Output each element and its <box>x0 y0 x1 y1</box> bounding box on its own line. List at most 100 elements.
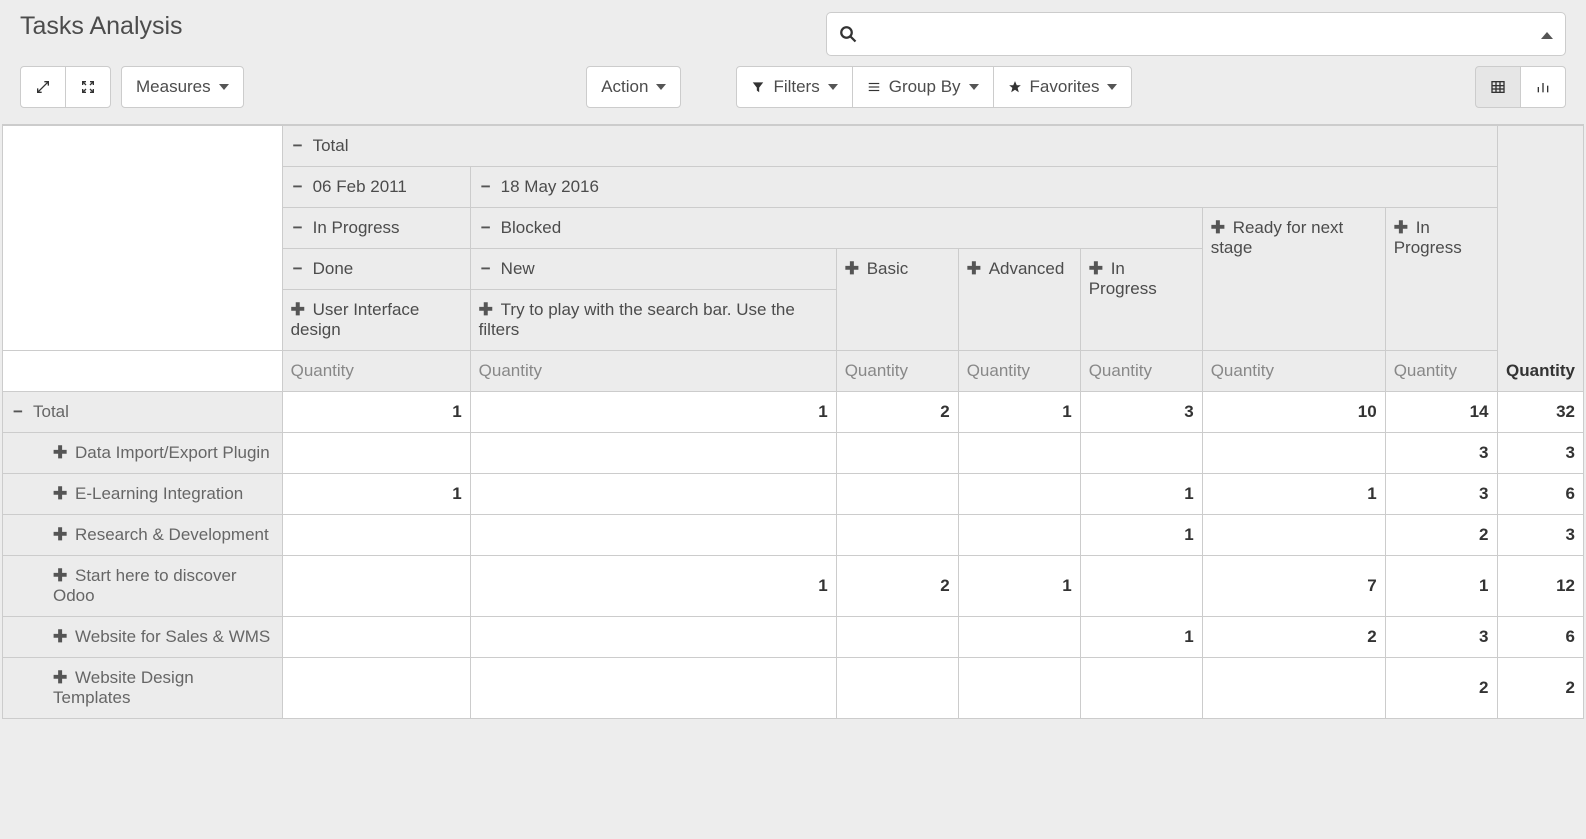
favorites-button[interactable]: Favorites <box>993 66 1133 108</box>
row-header[interactable]: ✚Website Design Templates <box>3 658 283 719</box>
plus-icon: ✚ <box>845 259 859 279</box>
col-leaf2-label: Try to play with the search bar. Use the… <box>479 300 795 339</box>
graph-view-button[interactable] <box>1520 66 1566 108</box>
cell-total: 6 <box>1497 474 1583 515</box>
measures-button[interactable]: Measures <box>121 66 244 108</box>
row-total: −Total 1 1 2 1 3 10 14 32 <box>3 392 1584 433</box>
cell: 1 <box>282 392 470 433</box>
cell: 1 <box>1385 556 1497 617</box>
col-d2-inprog-stage[interactable]: ✚In Progress <box>1080 249 1202 351</box>
cell <box>958 658 1080 719</box>
cell <box>958 617 1080 658</box>
col-date1[interactable]: −06 Feb 2011 <box>282 167 470 208</box>
col-d2-new-label: New <box>501 259 535 278</box>
page-title: Tasks Analysis <box>20 12 183 41</box>
row-label: Research & Development <box>75 525 269 544</box>
cell <box>470 515 836 556</box>
measure-header: Quantity <box>282 351 470 392</box>
pivot-table-container: −Total Quantity −06 Feb 2011 −18 May 201… <box>2 124 1584 719</box>
row-header[interactable]: ✚Start here to discover Odoo <box>3 556 283 617</box>
table-row: ✚Website for Sales & WMS 1236 <box>3 617 1584 658</box>
row-label: Start here to discover Odoo <box>53 566 237 605</box>
row-total-header[interactable]: −Total <box>3 392 283 433</box>
filter-icon <box>751 80 765 94</box>
row-header[interactable]: ✚Research & Development <box>3 515 283 556</box>
minus-icon: − <box>291 177 305 197</box>
cell <box>470 617 836 658</box>
table-row: ✚E-Learning Integration 11136 <box>3 474 1584 515</box>
search-bar[interactable] <box>826 12 1566 56</box>
expand-all-icon <box>80 79 96 95</box>
col-d2-ready-label: Ready for next stage <box>1211 218 1344 257</box>
col-d2-advanced[interactable]: ✚Advanced <box>958 249 1080 351</box>
col-date2[interactable]: −18 May 2016 <box>470 167 1497 208</box>
filters-button[interactable]: Filters <box>736 66 852 108</box>
col-d2-ready[interactable]: ✚Ready for next stage <box>1202 208 1385 351</box>
table-row: ✚Start here to discover Odoo 1217112 <box>3 556 1584 617</box>
cell <box>836 658 958 719</box>
cell <box>836 617 958 658</box>
cell <box>1080 433 1202 474</box>
minus-icon: − <box>11 402 25 422</box>
cell: 1 <box>958 556 1080 617</box>
col-d2-new[interactable]: −New <box>470 249 836 290</box>
groupby-button[interactable]: Group By <box>852 66 994 108</box>
action-label: Action <box>601 77 648 97</box>
caret-down-icon <box>219 84 229 90</box>
col-d1-inprogress[interactable]: −In Progress <box>282 208 470 249</box>
cell: 3 <box>1385 617 1497 658</box>
cell <box>1080 658 1202 719</box>
plus-icon: ✚ <box>1089 259 1103 279</box>
search-input[interactable] <box>857 13 1541 55</box>
col-leaf1-label: User Interface design <box>291 300 420 339</box>
cell: 1 <box>1080 515 1202 556</box>
plus-icon: ✚ <box>1211 218 1225 238</box>
expand-search-icon[interactable] <box>1541 24 1553 44</box>
cell: 1 <box>1202 474 1385 515</box>
col-total[interactable]: −Total <box>282 126 1497 167</box>
pivot-view-button[interactable] <box>1475 66 1521 108</box>
col-d2-inprogress[interactable]: ✚In Progress <box>1385 208 1497 351</box>
corner-cell-2 <box>3 351 283 392</box>
cell <box>836 474 958 515</box>
measure-header: Quantity <box>836 351 958 392</box>
flip-axis-button[interactable] <box>20 66 66 108</box>
caret-down-icon <box>656 84 666 90</box>
cell: 2 <box>836 392 958 433</box>
cell: 1 <box>958 392 1080 433</box>
cell <box>282 515 470 556</box>
grand-total-header: Quantity <box>1497 126 1583 392</box>
cell-total: 3 <box>1497 515 1583 556</box>
action-button[interactable]: Action <box>586 66 681 108</box>
cell <box>470 658 836 719</box>
col-leaf2[interactable]: ✚Try to play with the search bar. Use th… <box>470 290 836 351</box>
star-icon <box>1008 80 1022 94</box>
cell: 2 <box>1202 617 1385 658</box>
cell <box>958 433 1080 474</box>
search-options-group: Filters Group By Favorites <box>736 66 1132 108</box>
cell-total: 2 <box>1497 658 1583 719</box>
col-leaf1[interactable]: ✚User Interface design <box>282 290 470 351</box>
measure-header: Quantity <box>1202 351 1385 392</box>
col-d2-basic[interactable]: ✚Basic <box>836 249 958 351</box>
row-header[interactable]: ✚Website for Sales & WMS <box>3 617 283 658</box>
caret-down-icon <box>969 84 979 90</box>
col-d1-inprogress-label: In Progress <box>313 218 400 237</box>
cell <box>1202 658 1385 719</box>
measure-header: Quantity <box>470 351 836 392</box>
measure-header: Quantity <box>958 351 1080 392</box>
row-label: Data Import/Export Plugin <box>75 443 270 462</box>
row-header[interactable]: ✚E-Learning Integration <box>3 474 283 515</box>
row-label: Website for Sales & WMS <box>75 627 270 646</box>
cell: 2 <box>1385 515 1497 556</box>
col-d1-done[interactable]: −Done <box>282 249 470 290</box>
col-d2-blocked[interactable]: −Blocked <box>470 208 1202 249</box>
row-header[interactable]: ✚Data Import/Export Plugin <box>3 433 283 474</box>
cell <box>958 515 1080 556</box>
cell-total: 6 <box>1497 617 1583 658</box>
cell: 2 <box>836 556 958 617</box>
table-icon <box>1490 79 1506 95</box>
table-row: ✚Website Design Templates 22 <box>3 658 1584 719</box>
minus-icon: − <box>291 259 305 279</box>
expand-all-button[interactable] <box>65 66 111 108</box>
